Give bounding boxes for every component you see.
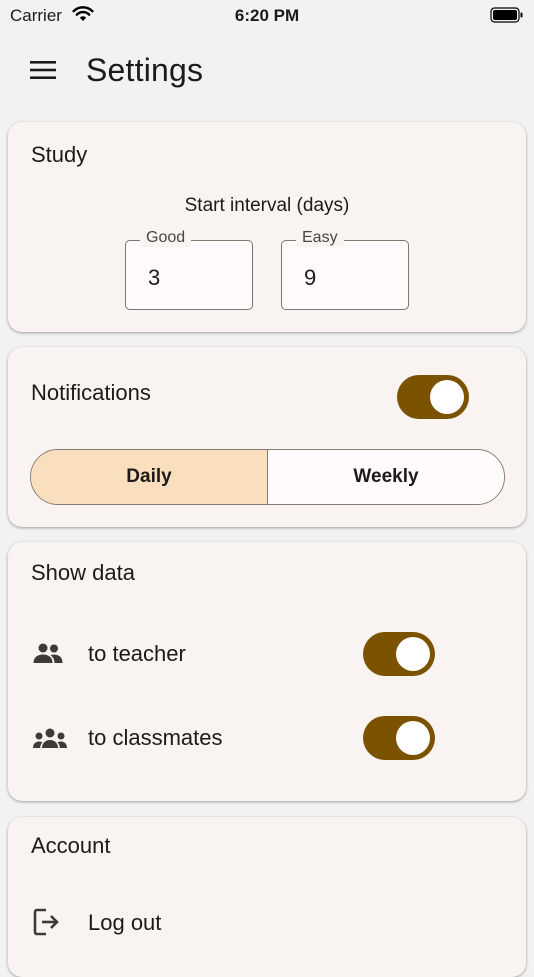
good-interval-field[interactable]: Good 3 (125, 229, 253, 310)
easy-field-label: Easy (296, 229, 344, 247)
battery-icon (490, 7, 524, 28)
notifications-card: Notifications Daily Weekly (8, 347, 526, 527)
app-bar: Settings (0, 40, 534, 104)
toggle-thumb (430, 380, 464, 414)
study-title: Study (31, 142, 88, 167)
status-time: 6:20 PM (234, 6, 300, 25)
good-field-value[interactable]: 3 (148, 265, 160, 291)
easy-field-value[interactable]: 9 (304, 265, 316, 291)
people-icon (32, 642, 64, 671)
show-data-title: Show data (31, 560, 135, 585)
study-card: Study Start interval (days) Good 3 Easy … (8, 122, 526, 332)
toggle-thumb (396, 721, 430, 755)
show-to-classmates-toggle[interactable] (363, 716, 435, 760)
account-card: Account Log out (8, 817, 526, 977)
show-to-teacher-toggle[interactable] (363, 632, 435, 676)
notifications-title: Notifications (31, 380, 151, 405)
easy-interval-field[interactable]: Easy 9 (281, 229, 409, 310)
segment-weekly[interactable]: Weekly (268, 450, 504, 504)
logout-label[interactable]: Log out (88, 910, 161, 936)
start-interval-label: Start interval (days) (184, 195, 350, 216)
groups-icon (32, 727, 68, 756)
page-title: Settings (86, 52, 204, 88)
status-bar: Carrier 6:20 PM (0, 0, 534, 30)
to-teacher-label: to teacher (88, 641, 186, 666)
logout-icon[interactable] (32, 907, 62, 942)
toggle-thumb (396, 637, 430, 671)
show-data-card: Show data to teacher to classmates (8, 542, 526, 801)
segment-daily[interactable]: Daily (31, 450, 268, 504)
account-title: Account (31, 833, 111, 858)
hamburger-menu-icon[interactable] (30, 60, 56, 85)
to-classmates-label: to classmates (88, 725, 223, 750)
good-field-label: Good (140, 229, 192, 247)
notification-frequency-selector: Daily Weekly (30, 449, 505, 505)
notifications-toggle[interactable] (397, 375, 469, 419)
